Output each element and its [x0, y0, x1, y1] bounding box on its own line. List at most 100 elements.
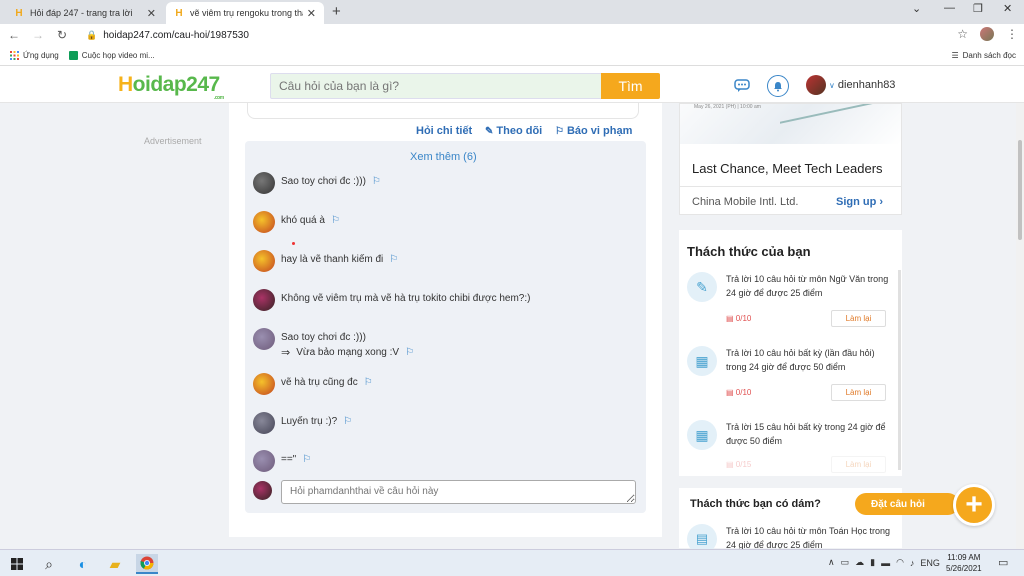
chevron-down-icon: ∨ [829, 81, 835, 90]
address-bar[interactable]: 🔒 hoidap247.com/cau-hoi/1987530 [86, 30, 249, 41]
search-button[interactable]: Tìm [601, 73, 660, 99]
retry-button[interactable]: Làm lại [831, 456, 886, 473]
close-window-icon[interactable]: ✕ [1003, 2, 1012, 15]
logo-h: H [118, 73, 133, 96]
ad-card[interactable]: May 26, 2021 (PH) | 10:00 am Last Chance… [679, 103, 902, 215]
site-logo[interactable]: Hoidap247 .com [118, 73, 224, 101]
bookmark-label: Cuộc họp video mi... [81, 51, 155, 60]
challenge-text: Trả lời 10 câu hỏi từ môn Ngữ Văn trong … [726, 274, 889, 298]
reading-list[interactable]: ☰ Danh sách đọc [951, 51, 1016, 60]
comment-item: hay là vẽ thanh kiếm đi ⚐ [253, 250, 398, 272]
new-tab-icon[interactable]: + [332, 3, 341, 20]
tab-search-icon[interactable]: ⌄ [912, 2, 921, 15]
cloud-icon[interactable]: ☁ [855, 557, 864, 568]
ad-signup-link[interactable]: Sign up › [836, 196, 883, 208]
bookmarks-bar: Ứng dụng Cuộc họp video mi... ☰ Danh sác… [0, 46, 1024, 66]
menu-icon[interactable]: ⋮ [1006, 27, 1018, 41]
language-indicator[interactable]: ENG [920, 558, 940, 568]
profile-avatar[interactable] [980, 27, 994, 41]
pencil-icon: ✎ [485, 125, 494, 137]
chevron-up-icon[interactable]: ∧ [828, 557, 835, 568]
ad-graphic [780, 104, 890, 144]
flag-icon[interactable]: ⚐ [364, 377, 373, 388]
chrome-icon[interactable] [136, 554, 158, 574]
bookmark-star-icon[interactable]: ☆ [957, 27, 968, 41]
forward-icon[interactable]: → [28, 28, 48, 42]
bookmark-apps[interactable]: Ứng dụng [10, 51, 59, 60]
lock-icon: 🔒 [86, 29, 98, 40]
pen-icon: ✎ [687, 272, 717, 302]
ad-image: May 26, 2021 (PH) | 10:00 am [680, 104, 901, 144]
battery-icon[interactable]: ▮ [870, 557, 875, 568]
flag-icon[interactable]: ⚐ [372, 176, 381, 187]
url-text: hoidap247.com/cau-hoi/1987530 [103, 29, 249, 41]
avatar[interactable] [253, 373, 275, 395]
report-link[interactable]: ⚐ Báo vi phạm [555, 125, 632, 137]
avatar[interactable] [253, 211, 275, 233]
follow-link[interactable]: ✎ Theo dõi [485, 125, 542, 137]
reload-icon[interactable]: ↻ [52, 28, 72, 42]
volume-icon[interactable]: ♪ [910, 558, 915, 568]
reply-line: ⇒ Vừa bảo mạng xong :V ⚐ [281, 346, 414, 360]
search-icon[interactable]: ⌕ [38, 554, 60, 574]
report-label: Báo vi phạm [566, 125, 633, 137]
close-tab-icon[interactable]: ✕ [307, 7, 316, 20]
site-header: Hoidap247 .com Tìm ∨ dienhanh83 [0, 66, 1024, 103]
follow-label: Theo dõi [496, 125, 543, 137]
windows-start-icon[interactable] [6, 554, 28, 574]
meet-icon [68, 51, 78, 60]
file-explorer-icon[interactable]: ▰ [104, 554, 126, 574]
plus-icon[interactable]: + [953, 484, 995, 526]
ask-question-button[interactable]: Đặt câu hỏi [855, 493, 959, 515]
flag-icon[interactable]: ⚐ [405, 346, 414, 360]
avatar[interactable] [253, 412, 275, 434]
screen-icon[interactable]: ▭ [841, 557, 850, 568]
user-avatar[interactable] [806, 75, 826, 95]
challenges-scrollbar[interactable] [898, 270, 901, 470]
retry-button[interactable]: Làm lại [831, 384, 886, 401]
clock-time: 11:09 AM [947, 553, 981, 562]
avatar[interactable] [253, 289, 275, 311]
wifi-icon[interactable]: ◠ [896, 557, 904, 568]
edge-icon[interactable]: ◐ [72, 554, 94, 574]
comment-text: ==" [281, 454, 297, 465]
bookmark-label: Ứng dụng [23, 51, 59, 60]
chat-icon[interactable] [731, 75, 753, 97]
network-icon[interactable]: ▬ [881, 558, 890, 568]
back-icon[interactable]: ← [4, 28, 24, 42]
comment-text: khó quá à [281, 215, 325, 226]
browser-nav-bar: ← → ↻ 🔒 hoidap247.com/cau-hoi/1987530 ☆ … [0, 24, 1024, 46]
challenge-text: Trả lời 15 câu hỏi bất kỳ trong 24 giờ đ… [726, 422, 886, 446]
progress-value: 0/15 [735, 460, 752, 469]
page-scrollbar-thumb[interactable] [1018, 140, 1022, 240]
close-tab-icon[interactable]: ✕ [147, 7, 156, 20]
minimize-icon[interactable]: — [944, 2, 955, 14]
challenge-progress: ▤ 0/15 [726, 460, 752, 469]
comment-item: khó quá à ⚐ [253, 211, 340, 233]
comment-item: ==" ⚐ [253, 450, 311, 472]
maximize-icon[interactable]: ❐ [973, 2, 983, 15]
flag-icon[interactable]: ⚐ [389, 254, 398, 265]
grid-icon: ▦ [687, 420, 717, 450]
clock[interactable]: 11:09 AM 5/26/2021 [946, 552, 982, 574]
avatar[interactable] [253, 172, 275, 194]
bookmark-meet[interactable]: Cuộc họp video mi... [68, 51, 155, 60]
avatar[interactable] [253, 450, 275, 472]
avatar[interactable] [253, 328, 275, 350]
search-input[interactable] [270, 73, 602, 99]
flag-icon[interactable]: ⚐ [302, 454, 311, 465]
bell-icon[interactable] [767, 75, 789, 97]
ask-detail-link[interactable]: Hỏi chi tiết [416, 125, 472, 137]
chevron-right-icon: › [879, 196, 884, 208]
avatar[interactable] [253, 250, 275, 272]
tab-question[interactable]: H vẽ viêm trụ rengoku trong thanh... ✕ [166, 2, 324, 24]
retry-button[interactable]: Làm lại [831, 310, 886, 327]
user-menu[interactable]: ∨ dienhanh83 [829, 79, 895, 91]
comment-input[interactable] [281, 480, 636, 504]
flag-icon[interactable]: ⚐ [343, 416, 352, 427]
flag-icon[interactable]: ⚐ [331, 215, 340, 226]
tab-hoidap-home[interactable]: H Hỏi đáp 247 - trang tra lời ✕ [6, 2, 164, 24]
comment-item: vẽ hà trụ cũng đc ⚐ [253, 373, 373, 395]
see-more-link[interactable]: Xem thêm (6) [410, 151, 477, 163]
notification-icon[interactable]: ▭ [998, 556, 1008, 569]
